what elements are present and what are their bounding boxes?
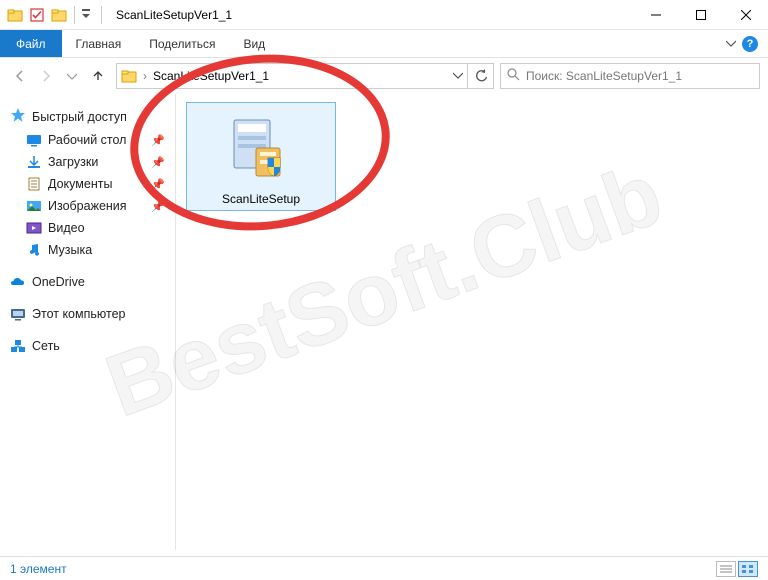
pin-icon: 📌 — [151, 178, 165, 191]
sidebar-item-label: Быстрый доступ — [32, 110, 127, 124]
sidebar-item-label: Загрузки — [48, 155, 98, 169]
sidebar-item-label: Документы — [48, 177, 112, 191]
folder-small-icon — [50, 6, 68, 24]
music-icon — [26, 242, 42, 258]
sidebar-item-label: Рабочий стол — [48, 133, 126, 147]
breadcrumb-current[interactable]: ScanLiteSetupVer1_1 — [153, 69, 269, 83]
close-button[interactable] — [723, 0, 768, 30]
onedrive-icon — [10, 274, 26, 290]
sidebar-item-label: Музыка — [48, 243, 92, 257]
up-button[interactable] — [86, 64, 110, 88]
recent-dropdown-icon[interactable] — [60, 64, 84, 88]
sidebar-item-downloads[interactable]: Загрузки 📌 — [4, 151, 171, 173]
view-icons-button[interactable] — [738, 561, 758, 577]
sidebar-network[interactable]: Сеть — [4, 335, 171, 357]
sidebar-item-label: Изображения — [48, 199, 127, 213]
qat-properties-icon[interactable] — [28, 6, 46, 24]
status-item-count: 1 элемент — [10, 562, 67, 576]
tab-share[interactable]: Поделиться — [135, 30, 229, 57]
sidebar-onedrive[interactable]: OneDrive — [4, 271, 171, 293]
downloads-icon — [26, 154, 42, 170]
statusbar: 1 элемент — [0, 556, 768, 580]
address-dropdown-icon[interactable] — [453, 69, 463, 83]
installer-icon — [216, 111, 306, 186]
search-icon — [507, 68, 520, 84]
sidebar-item-label: Видео — [48, 221, 85, 235]
folder-icon — [121, 68, 137, 84]
sidebar-item-music[interactable]: Музыка — [4, 239, 171, 261]
ribbon: Файл Главная Поделиться Вид ? — [0, 30, 768, 58]
content-area[interactable]: ScanLiteSetup — [175, 94, 768, 550]
network-icon — [10, 338, 26, 354]
sidebar-item-label: OneDrive — [32, 275, 85, 289]
search-input[interactable]: Поиск: ScanLiteSetupVer1_1 — [500, 63, 760, 89]
sidebar-item-pictures[interactable]: Изображения 📌 — [4, 195, 171, 217]
separator — [101, 6, 102, 24]
sidebar-item-desktop[interactable]: Рабочий стол 📌 — [4, 129, 171, 151]
back-button[interactable] — [8, 64, 32, 88]
pin-icon: 📌 — [151, 200, 165, 213]
file-item-scanlitesetup[interactable]: ScanLiteSetup — [186, 102, 336, 211]
maximize-button[interactable] — [678, 0, 723, 30]
file-tab[interactable]: Файл — [0, 30, 62, 57]
desktop-icon — [26, 132, 42, 148]
sidebar-item-documents[interactable]: Документы 📌 — [4, 173, 171, 195]
navbar: › ScanLiteSetupVer1_1 Поиск: ScanLiteSet… — [0, 58, 768, 94]
tab-home[interactable]: Главная — [62, 30, 136, 57]
help-icon[interactable]: ? — [742, 36, 758, 52]
view-details-button[interactable] — [716, 561, 736, 577]
window-title: ScanLiteSetupVer1_1 — [110, 8, 232, 22]
pin-icon: 📌 — [151, 134, 165, 147]
this-pc-icon — [10, 306, 26, 322]
documents-icon — [26, 176, 42, 192]
expand-ribbon-icon[interactable] — [726, 35, 736, 53]
qat-dropdown-icon[interactable] — [81, 8, 95, 22]
forward-button[interactable] — [34, 64, 58, 88]
folder-icon — [6, 6, 24, 24]
titlebar: ScanLiteSetupVer1_1 — [0, 0, 768, 30]
search-placeholder: Поиск: ScanLiteSetupVer1_1 — [526, 69, 682, 83]
videos-icon — [26, 220, 42, 236]
sidebar: Быстрый доступ Рабочий стол 📌 Загрузки 📌… — [0, 94, 175, 550]
file-label: ScanLiteSetup — [222, 186, 300, 206]
sidebar-item-label: Этот компьютер — [32, 307, 125, 321]
sidebar-item-label: Сеть — [32, 339, 60, 353]
sidebar-item-videos[interactable]: Видео — [4, 217, 171, 239]
address-bar[interactable]: › ScanLiteSetupVer1_1 — [116, 63, 468, 89]
sidebar-quick-access[interactable]: Быстрый доступ — [4, 104, 171, 129]
separator — [74, 6, 75, 24]
pictures-icon — [26, 198, 42, 214]
minimize-button[interactable] — [633, 0, 678, 30]
refresh-button[interactable] — [468, 63, 494, 89]
chevron-right-icon[interactable]: › — [143, 69, 147, 83]
tab-view[interactable]: Вид — [229, 30, 279, 57]
pin-icon: 📌 — [151, 156, 165, 169]
star-icon — [10, 107, 26, 126]
sidebar-this-pc[interactable]: Этот компьютер — [4, 303, 171, 325]
